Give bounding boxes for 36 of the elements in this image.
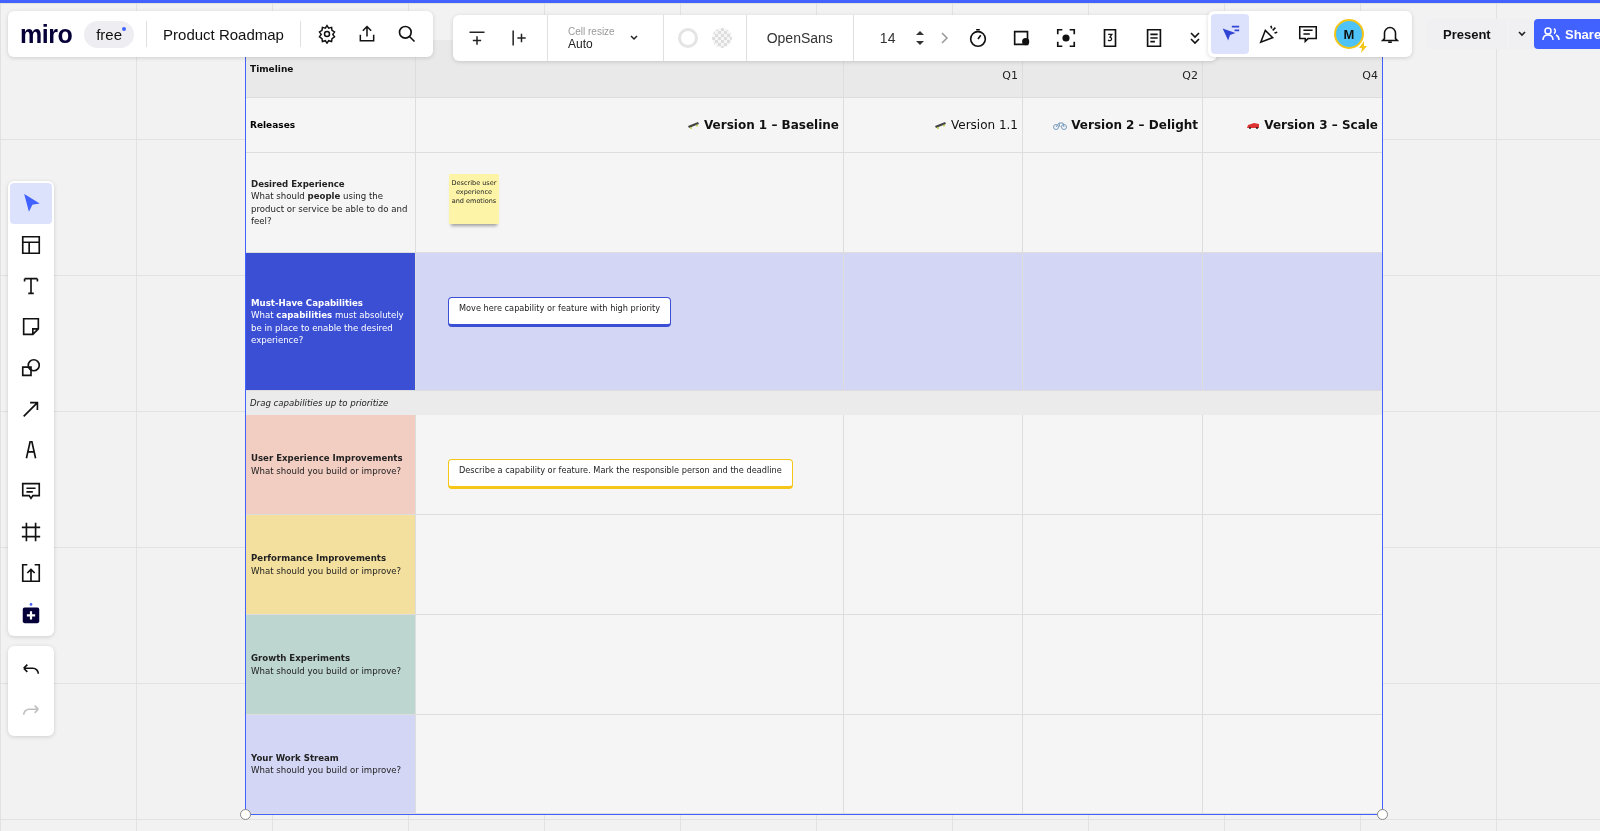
- release-label: Version 2 – Delight: [1053, 118, 1198, 132]
- fill-color-icon[interactable]: [711, 28, 732, 48]
- release-label: Version 1.1: [933, 118, 1018, 132]
- release-label: Version 3 – Scale: [1246, 118, 1378, 132]
- chevron-right-icon[interactable]: [939, 32, 950, 44]
- quarter-label: Q1: [1002, 69, 1018, 82]
- caret-icon: [1516, 28, 1527, 39]
- cell-resize-dropdown[interactable]: Cell resize Auto: [562, 24, 649, 52]
- logo[interactable]: miro: [20, 19, 73, 49]
- quarter-label: Q2: [1182, 69, 1198, 82]
- skateboard-icon: [686, 121, 700, 129]
- share-button[interactable]: Share: [1534, 19, 1600, 49]
- lane-description: Desired Experience What should people using the product or service be able to do and feel?: [251, 177, 409, 228]
- release-label: Version 1 – Baseline: [686, 118, 839, 132]
- hint-text: Drag capabilities up to prioritize: [250, 398, 389, 408]
- card[interactable]: Describe a capability or feature. Mark the responsible person and the deadline: [448, 459, 793, 489]
- cursor-flag-icon[interactable]: [1211, 14, 1249, 54]
- font-size-field[interactable]: 14: [867, 30, 902, 46]
- bicycle-icon: [1053, 120, 1068, 130]
- lane-description: Your Work Stream What should you build or improve?: [251, 751, 402, 777]
- select-cursor-icon[interactable]: [10, 183, 52, 224]
- lane-description: User Experience Improvements What should you build or improve?: [251, 452, 403, 477]
- caret-icon: [628, 33, 639, 43]
- quarter-label: Q4: [1362, 69, 1378, 82]
- lane-description: Must-Have Capabilities What capabilities must absolutely be in place to enable the desired experience?: [251, 296, 405, 347]
- race-car-icon: [1246, 121, 1261, 129]
- lane-description: Growth Experiments What should you build or improve?: [251, 652, 402, 677]
- border-color-icon[interactable]: [677, 28, 698, 48]
- plan-badge[interactable]: free: [84, 20, 135, 48]
- board-title[interactable]: Product Roadmap: [159, 25, 288, 43]
- card[interactable]: Move here capability or feature with high priority: [448, 297, 672, 327]
- people-icon: [1542, 27, 1560, 41]
- skateboard-icon: [933, 121, 947, 129]
- font-dropdown[interactable]: OpenSans: [760, 29, 839, 47]
- row-label: Releases: [250, 120, 296, 130]
- lane-description: Performance Improvements What should you build or improve?: [251, 552, 402, 577]
